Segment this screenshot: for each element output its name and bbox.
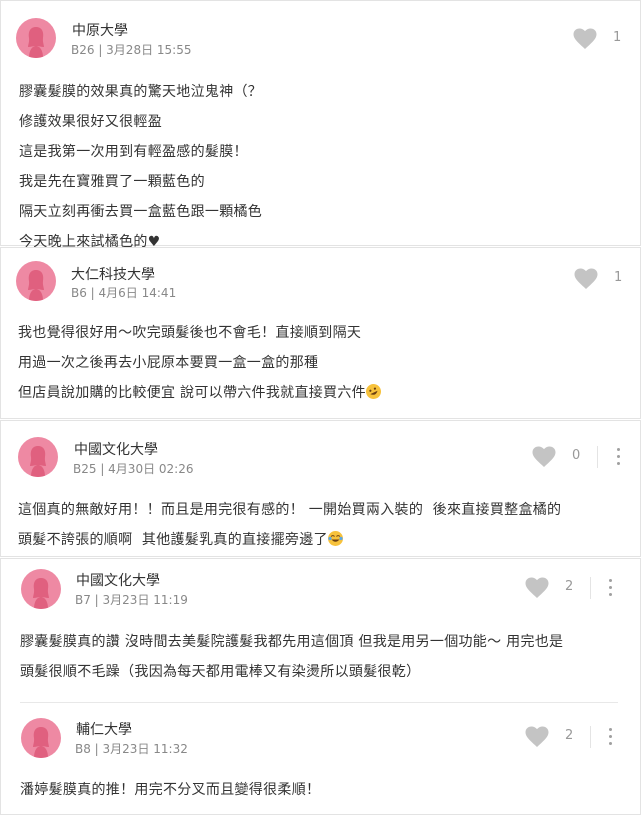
- like-count: 2: [565, 579, 574, 594]
- comment-body: 這個真的無敵好用！！而且是用完很有感的！ 一開始買兩入裝的 後來直接買整盒橘的頭…: [18, 495, 561, 555]
- like-count: 1: [614, 270, 623, 285]
- school-name: 中國文化大學: [76, 573, 160, 589]
- comment-body: 膠囊髮膜真的讚 沒時間去美髮院護髮我都先用這個頂 但我是用另一個功能～ 用完也是…: [20, 627, 563, 687]
- divider: [597, 446, 598, 468]
- more-vertical-icon[interactable]: [612, 447, 626, 467]
- comment-line: 潘婷髮膜真的推！用完不分叉而且變得很柔順！: [20, 782, 321, 798]
- comment-list: 中原大學 B26 | 3月28日 15:55 1 膠囊髮膜的效果真的驚天地泣鬼神…: [0, 0, 643, 815]
- divider: [590, 577, 591, 599]
- comment-line: 這個真的無敵好用！！而且是用完很有感的！ 一開始買兩入裝的 後來直接買整盒橘的: [18, 502, 562, 518]
- avatar[interactable]: [21, 718, 61, 758]
- tears-of-joy-emoji-icon: [327, 531, 343, 546]
- rofl-emoji-icon: [363, 381, 384, 402]
- divider: [590, 726, 591, 748]
- comment-body: 膠囊髮膜的效果真的驚天地泣鬼神（？ 修護效果很好又很輕盈這是我第一次用到有輕盈感的…: [19, 77, 262, 257]
- school-name: 中原大學: [72, 23, 128, 39]
- floor-and-time: B6 | 4月6日 14:41: [71, 286, 177, 300]
- female-avatar-icon: [28, 27, 44, 58]
- avatar[interactable]: [18, 437, 58, 477]
- school-name: 中國文化大學: [74, 442, 158, 458]
- heart-icon[interactable]: [573, 28, 597, 50]
- comment-body: 潘婷髮膜真的推！用完不分叉而且變得很柔順！: [20, 775, 320, 805]
- comment-line: 我也覺得很好用～吹完頭髮後也不會毛！直接順到隔天: [18, 325, 362, 341]
- floor-and-time: B25 | 4月30日 02:26: [73, 462, 194, 476]
- more-vertical-icon[interactable]: [604, 578, 618, 598]
- reply-divider: [20, 702, 618, 703]
- comment-card: 大仁科技大學 B6 | 4月6日 14:41 1 我也覺得很好用～吹完頭髮後也不…: [0, 247, 641, 419]
- comment-card: 中原大學 B26 | 3月28日 15:55 1 膠囊髮膜的效果真的驚天地泣鬼神…: [0, 0, 641, 250]
- comment-line: 隔天立刻再衝去買一盒藍色跟一顆橘色: [19, 204, 263, 220]
- like-count: 2: [565, 728, 574, 743]
- comment-line: 但店員說加購的比較便宜 說可以帶六件我就直接買六件: [18, 378, 384, 408]
- female-avatar-icon: [33, 578, 49, 609]
- female-avatar-icon: [28, 270, 44, 301]
- avatar[interactable]: [16, 18, 56, 58]
- more-vertical-icon[interactable]: [604, 727, 618, 747]
- heart-icon[interactable]: [532, 446, 556, 468]
- female-avatar-icon: [30, 446, 46, 477]
- like-count: 1: [613, 30, 622, 45]
- comment-line: 膠囊髮膜的效果真的驚天地泣鬼神（？: [19, 84, 263, 100]
- floor-and-time: B26 | 3月28日 15:55: [71, 43, 192, 57]
- comment-line: 修護效果很好又很輕盈: [19, 114, 162, 130]
- comment-line: 用過一次之後再去小屁原本要買一盒一盒的那種: [18, 355, 319, 371]
- comment-line-text: 但店員說加購的比較便宜 說可以帶六件我就直接買六件: [18, 385, 366, 401]
- comment-body: 我也覺得很好用～吹完頭髮後也不會毛！直接順到隔天 用過一次之後再去小屁原本要買一盒…: [18, 318, 384, 408]
- comment-line: 膠囊髮膜真的讚 沒時間去美髮院護髮我都先用這個頂 但我是用另一個功能～ 用完也是: [20, 634, 564, 650]
- like-count: 0: [572, 448, 581, 463]
- school-name: 大仁科技大學: [71, 267, 155, 283]
- comment-line-text: 頭髮不誇張的順啊 其他護髮乳真的直接擺旁邊了: [18, 532, 328, 548]
- comment-line: 頭髮很順不毛躁（我因為每天都用電棒又有染燙所以頭髮很乾）: [20, 664, 421, 680]
- avatar[interactable]: [21, 569, 61, 609]
- heart-icon[interactable]: [525, 577, 549, 599]
- floor-and-time: B7 | 3月23日 11:19: [75, 593, 188, 607]
- heart-icon[interactable]: [574, 268, 598, 290]
- comment-line: 這是我第一次用到有輕盈感的髮膜！: [19, 144, 248, 160]
- comment-card: 中國文化大學 B7 | 3月23日 11:19 2 膠囊髮膜真的讚 沒時間去美髮…: [0, 558, 641, 815]
- avatar[interactable]: [16, 261, 56, 301]
- comment-line: 我是先在寶雅買了一顆藍色的: [19, 174, 205, 190]
- school-name: 輔仁大學: [76, 722, 132, 738]
- comment-card: 中國文化大學 B25 | 4月30日 02:26 0 這個真的無敵好用！！而且是…: [0, 420, 641, 557]
- heart-icon[interactable]: [525, 726, 549, 748]
- floor-and-time: B8 | 3月23日 11:32: [75, 742, 188, 756]
- female-avatar-icon: [33, 727, 49, 758]
- comment-line: 頭髮不誇張的順啊 其他護髮乳真的直接擺旁邊了: [18, 525, 561, 555]
